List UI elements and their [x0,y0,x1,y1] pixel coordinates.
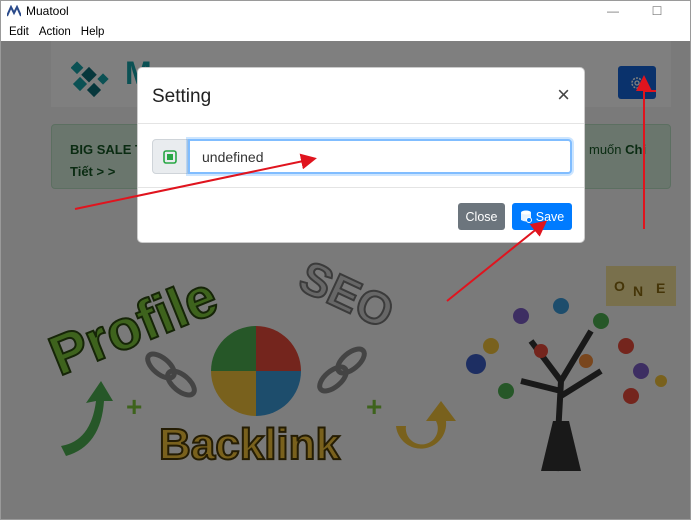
dialog-body [138,124,584,188]
menu-action[interactable]: Action [39,26,71,38]
input-group [152,139,572,174]
dialog-title: Setting [152,86,212,107]
title-bar: Muatool — ☐ [1,1,690,22]
window-title: Muatool [26,4,69,18]
setting-input[interactable] [188,139,572,174]
menu-help[interactable]: Help [81,26,105,38]
save-button-label: Save [535,209,565,224]
database-save-icon [520,210,532,223]
save-button[interactable]: Save [512,203,572,230]
maximize-button[interactable]: ☐ [635,1,679,22]
menu-bar: Edit Action Help [1,22,690,41]
dialog-header: Setting × [138,68,584,124]
setting-dialog: Setting × Close [137,67,585,243]
menu-edit[interactable]: Edit [9,26,29,38]
close-button[interactable]: Close [458,203,505,230]
app-window: Muatool — ☐ Edit Action Help M [0,0,691,520]
minimize-button[interactable]: — [591,1,635,22]
app-logo-icon [7,5,21,17]
dialog-footer: Close Save [138,188,584,244]
close-icon[interactable]: × [557,82,570,108]
chip-icon [152,139,188,174]
